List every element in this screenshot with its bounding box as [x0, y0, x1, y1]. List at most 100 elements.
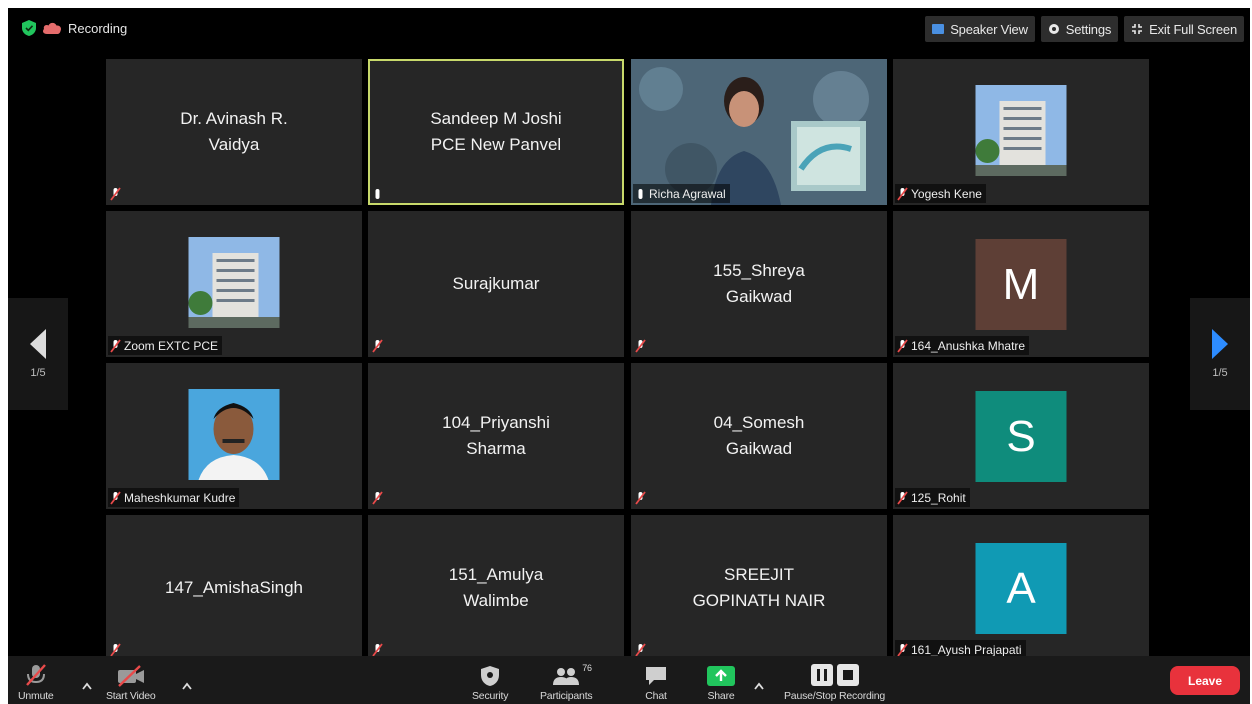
participant-tile[interactable]: Yogesh Kene	[893, 59, 1149, 205]
participant-label-text: Richa Agrawal	[649, 186, 726, 201]
participants-count: 76	[582, 663, 592, 673]
participant-name: 151_Amulya Walimbe	[448, 565, 544, 610]
participant-label: Zoom EXTC PCE	[108, 336, 223, 355]
page-indicator-right: 1/5	[1212, 367, 1228, 379]
muted-mic-icon	[897, 186, 908, 201]
participant-name: SREEJIT GOPINATH NAIR	[692, 565, 826, 610]
participant-tile[interactable]: Surajkumar	[368, 211, 624, 357]
avatar-initial: A	[975, 543, 1067, 634]
gear-icon	[1048, 24, 1059, 34]
start-video-label: Start Video	[106, 690, 156, 702]
participant-label: 164_Anushka Mhatre	[895, 336, 1030, 355]
participant-label-text: 164_Anushka Mhatre	[911, 338, 1026, 353]
chevron-up-icon[interactable]	[82, 682, 92, 690]
participant-tile[interactable]: 147_AmishaSingh	[106, 515, 362, 661]
page-indicator-left: 1/5	[30, 367, 46, 379]
chevron-up-icon[interactable]	[754, 682, 764, 690]
mic-on-icon	[638, 188, 643, 199]
muted-mic-icon	[110, 642, 121, 657]
previous-page-button[interactable]: 1/5	[8, 298, 68, 410]
exit-full-screen-button[interactable]: Exit Full Screen	[1124, 16, 1244, 42]
avatar-initial: S	[975, 391, 1067, 482]
unmute-label: Unmute	[18, 690, 54, 702]
participant-tile[interactable]: 155_Shreya Gaikwad	[631, 211, 887, 357]
chevron-up-icon[interactable]	[182, 682, 192, 690]
muted-mic-icon	[897, 338, 908, 353]
next-page-button[interactable]: 1/5	[1190, 298, 1250, 410]
participant-label	[633, 336, 650, 355]
start-video-button[interactable]: Start Video	[106, 660, 156, 702]
participant-label	[370, 336, 387, 355]
muted-mic-icon	[110, 338, 121, 353]
participant-name: Surajkumar	[452, 274, 540, 293]
chat-label: Chat	[645, 690, 667, 702]
avatar-initial: M	[975, 239, 1067, 330]
muted-mic-icon	[635, 338, 646, 353]
participant-tile[interactable]: M 164_Anushka Mhatre	[893, 211, 1149, 357]
participant-label: 125_Rohit	[895, 488, 970, 507]
participant-tile[interactable]: Zoom EXTC PCE	[106, 211, 362, 357]
cloud-recording-icon	[43, 22, 62, 34]
video-off-icon	[117, 665, 144, 687]
gallery-grid: Dr. Avinash R. Vaidya Sandeep M Joshi PC…	[106, 59, 1155, 661]
arrow-right-icon	[1212, 329, 1228, 359]
pause-stop-recording-icon	[810, 664, 859, 686]
muted-mic-icon	[372, 338, 383, 353]
pause-stop-recording-label: Pause/Stop Recording	[784, 690, 886, 702]
participant-tile[interactable]: Dr. Avinash R. Vaidya	[106, 59, 362, 205]
building-photo	[975, 85, 1067, 176]
recording-indicator[interactable]: Recording	[22, 20, 127, 36]
profile-photo	[188, 389, 280, 480]
participant-tile[interactable]: A 161_Ayush Prajapati	[893, 515, 1149, 661]
mic-on-icon	[375, 188, 380, 199]
participant-tile[interactable]: S 125_Rohit	[893, 363, 1149, 509]
unmute-button[interactable]: Unmute	[18, 660, 54, 702]
participant-name: 04_Somesh Gaikwad	[713, 413, 805, 458]
muted-mic-icon	[25, 664, 46, 686]
speaker-view-button[interactable]: Speaker View	[925, 16, 1035, 42]
participant-tile[interactable]: 04_Somesh Gaikwad	[631, 363, 887, 509]
muted-mic-icon	[372, 490, 383, 505]
participant-tile[interactable]: 104_Priyanshi Sharma	[368, 363, 624, 509]
participant-tile-active-speaker[interactable]: Sandeep M Joshi PCE New Panvel	[368, 59, 624, 205]
participant-name: 155_Shreya Gaikwad	[713, 261, 805, 306]
zoom-meeting-window: Recording Speaker View Settings Exit Ful…	[8, 8, 1250, 704]
participant-label-text: Zoom EXTC PCE	[124, 338, 219, 353]
security-shield-icon	[22, 20, 36, 36]
participant-label	[370, 184, 387, 203]
security-button[interactable]: Security	[472, 660, 509, 702]
security-label: Security	[472, 690, 509, 702]
meeting-toolbar: Unmute Start Video Security 76 Participa…	[8, 656, 1250, 704]
exit-full-screen-icon	[1132, 24, 1143, 34]
share-screen-button[interactable]: Share	[706, 660, 736, 702]
participant-label: Richa Agrawal	[633, 184, 730, 203]
muted-mic-icon	[635, 490, 646, 505]
share-label: Share	[707, 690, 735, 702]
muted-mic-icon	[372, 642, 383, 657]
participant-label: Maheshkumar Kudre	[108, 488, 240, 507]
arrow-left-icon	[30, 329, 46, 359]
participant-label	[370, 488, 387, 507]
muted-mic-icon	[110, 490, 121, 505]
participants-label: Participants	[540, 690, 593, 702]
participant-tile-video[interactable]: Richa Agrawal	[631, 59, 887, 205]
participant-label-text: Maheshkumar Kudre	[124, 490, 236, 505]
muted-mic-icon	[635, 642, 646, 657]
participant-label: Yogesh Kene	[895, 184, 986, 203]
muted-mic-icon	[110, 186, 121, 201]
participant-name: 147_AmishaSingh	[165, 578, 303, 597]
settings-label: Settings	[1065, 21, 1112, 37]
participant-tile[interactable]: 151_Amulya Walimbe	[368, 515, 624, 661]
participants-button[interactable]: 76 Participants	[540, 660, 593, 702]
settings-button[interactable]: Settings	[1040, 16, 1119, 42]
speaker-view-label: Speaker View	[950, 21, 1028, 37]
security-shield-icon	[481, 666, 500, 686]
chat-button[interactable]: Chat	[644, 660, 668, 702]
participant-tile[interactable]: SREEJIT GOPINATH NAIR	[631, 515, 887, 661]
participant-label-text: 125_Rohit	[911, 490, 966, 505]
leave-meeting-button[interactable]: Leave	[1170, 666, 1240, 695]
participant-label	[633, 488, 650, 507]
pause-stop-recording-button[interactable]: Pause/Stop Recording	[784, 660, 885, 702]
participant-tile[interactable]: Maheshkumar Kudre	[106, 363, 362, 509]
share-screen-icon	[707, 666, 735, 686]
